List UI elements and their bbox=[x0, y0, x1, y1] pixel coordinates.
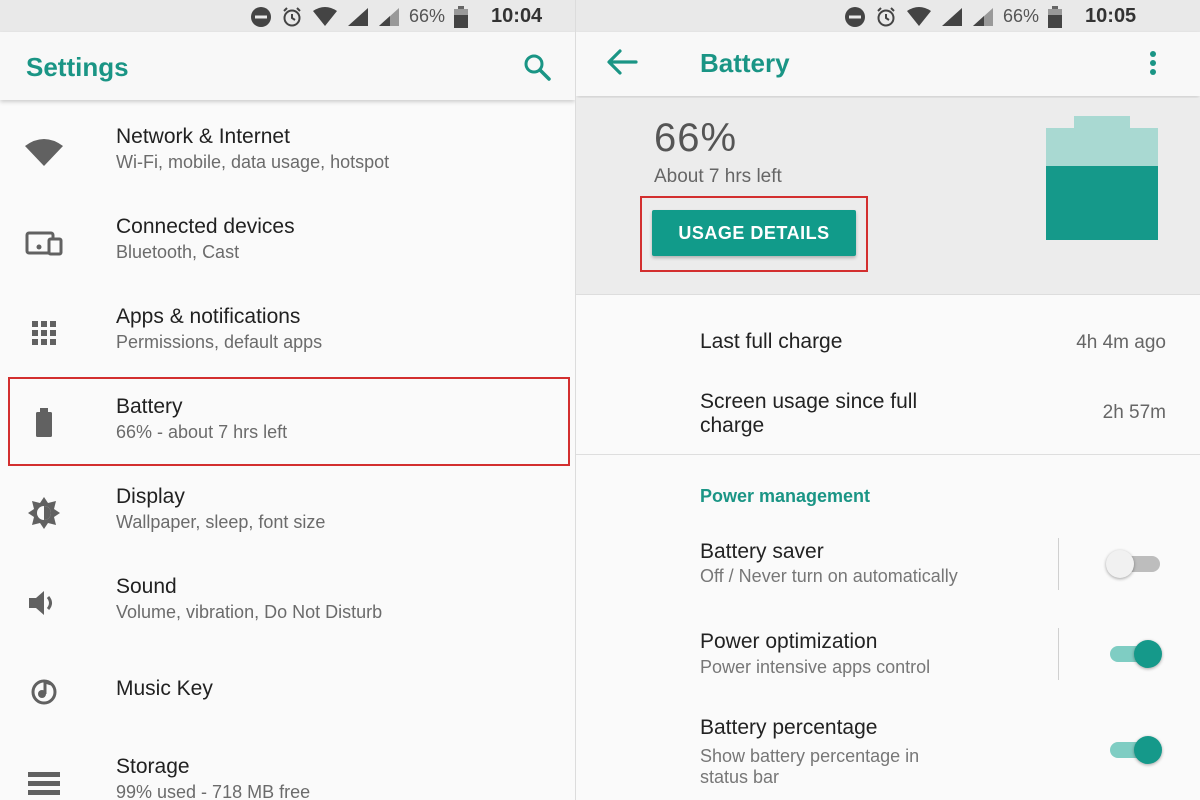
search-button[interactable] bbox=[522, 52, 552, 87]
toggle-title: Battery percentage bbox=[700, 716, 878, 739]
alarm-icon bbox=[877, 6, 895, 26]
search-icon bbox=[524, 54, 551, 81]
screen-usage-row[interactable]: Screen usage since full charge 2h 57m bbox=[576, 380, 1200, 444]
item-title: Display bbox=[116, 485, 185, 508]
toggle-subtitle: Off / Never turn on automatically bbox=[700, 566, 958, 586]
signal-icon bbox=[942, 7, 962, 26]
stat-label: Last full charge bbox=[700, 330, 843, 353]
item-subtitle: 99% used - 718 MB free bbox=[116, 782, 311, 800]
status-bar: 66% 10:04 bbox=[0, 0, 575, 32]
dnd-icon bbox=[251, 6, 271, 27]
app-bar: Settings bbox=[0, 32, 575, 100]
item-subtitle: 66% - about 7 hrs left bbox=[116, 422, 288, 442]
settings-item-music-key[interactable]: Music Key bbox=[0, 647, 575, 737]
settings-screen: 66% 10:04 Settings Network & Internet Wi… bbox=[0, 0, 575, 800]
settings-item-storage[interactable]: Storage 99% used - 718 MB free bbox=[0, 737, 575, 800]
storage-icon bbox=[24, 765, 64, 800]
more-vert-icon bbox=[1150, 51, 1156, 75]
signal-2-icon bbox=[379, 7, 399, 26]
stat-value: 4h 4m ago bbox=[1076, 332, 1166, 353]
back-button[interactable] bbox=[606, 48, 638, 81]
toggle-title: Battery saver bbox=[700, 540, 824, 563]
status-battery-icon bbox=[1048, 5, 1063, 28]
item-title: Apps & notifications bbox=[116, 305, 301, 328]
settings-item-battery[interactable]: Battery 66% - about 7 hrs left bbox=[0, 377, 575, 467]
item-title: Sound bbox=[116, 575, 177, 598]
item-title: Network & Internet bbox=[116, 125, 290, 148]
item-title: Music Key bbox=[116, 677, 213, 700]
stat-value: 2h 57m bbox=[1102, 402, 1166, 423]
last-full-charge-row[interactable]: Last full charge 4h 4m ago bbox=[576, 320, 1200, 370]
app-bar: Battery bbox=[576, 32, 1200, 96]
item-subtitle: Volume, vibration, Do Not Disturb bbox=[116, 602, 383, 622]
battery-percent: 66% bbox=[654, 116, 738, 160]
power-optimization-switch[interactable] bbox=[1106, 636, 1166, 672]
battery-percentage-row[interactable]: Battery percentage Show battery percenta… bbox=[576, 706, 1200, 796]
devices-icon bbox=[24, 225, 64, 261]
settings-item-connected-devices[interactable]: Connected devices Bluetooth, Cast bbox=[0, 197, 575, 287]
item-title: Storage bbox=[116, 755, 190, 778]
battery-level-fill bbox=[1046, 166, 1158, 240]
status-battery-percent: 66% bbox=[1003, 6, 1040, 26]
signal-icon bbox=[348, 7, 368, 26]
wifi-status-icon bbox=[313, 6, 337, 26]
toggle-subtitle-line1: Show battery percentage in bbox=[700, 746, 920, 766]
status-battery-icon bbox=[454, 5, 469, 28]
toggle-subtitle: Power intensive apps control bbox=[700, 657, 931, 677]
status-time: 10:05 bbox=[1085, 5, 1137, 27]
back-arrow-icon bbox=[607, 49, 638, 75]
volume-icon bbox=[24, 585, 64, 621]
wifi-icon bbox=[24, 135, 64, 171]
battery-percentage-switch[interactable] bbox=[1106, 732, 1166, 768]
brightness-icon bbox=[24, 495, 64, 531]
settings-item-apps[interactable]: Apps & notifications Permissions, defaul… bbox=[0, 287, 575, 377]
stat-label-line1: Screen usage since full bbox=[700, 390, 918, 413]
battery-summary: 66% About 7 hrs left USAGE DETAILS bbox=[576, 98, 1200, 295]
battery-screen: 66% 10:05 Battery 66% About 7 hrs left U… bbox=[576, 0, 1200, 800]
item-subtitle: Permissions, default apps bbox=[116, 332, 323, 352]
toggle-title: Power optimization bbox=[700, 630, 878, 653]
time-remaining: About 7 hrs left bbox=[654, 166, 782, 187]
overflow-menu-button[interactable] bbox=[1146, 48, 1160, 83]
dnd-icon bbox=[845, 6, 865, 27]
battery-saver-switch[interactable] bbox=[1106, 546, 1166, 582]
usage-details-button[interactable]: USAGE DETAILS bbox=[652, 210, 856, 256]
settings-item-sound[interactable]: Sound Volume, vibration, Do Not Disturb bbox=[0, 557, 575, 647]
settings-item-network[interactable]: Network & Internet Wi-Fi, mobile, data u… bbox=[0, 107, 575, 197]
status-bar: 66% 10:05 bbox=[576, 0, 1200, 32]
settings-item-display[interactable]: Display Wallpaper, sleep, font size bbox=[0, 467, 575, 557]
alarm-icon bbox=[283, 6, 301, 26]
page-title: Battery bbox=[700, 48, 790, 78]
toggle-subtitle-line2: status bar bbox=[700, 767, 780, 787]
battery-level-graphic bbox=[1046, 116, 1158, 240]
item-title: Battery bbox=[116, 395, 183, 418]
item-subtitle: Bluetooth, Cast bbox=[116, 242, 240, 262]
section-header-power-management: Power management bbox=[700, 486, 871, 506]
item-subtitle: Wi-Fi, mobile, data usage, hotspot bbox=[116, 152, 390, 172]
signal-2-icon bbox=[973, 7, 993, 26]
wifi-status-icon bbox=[907, 6, 931, 26]
power-optimization-row[interactable]: Power optimization Power intensive apps … bbox=[576, 620, 1200, 690]
stat-label-line2: charge bbox=[700, 414, 765, 437]
music-icon bbox=[24, 673, 64, 709]
item-title: Connected devices bbox=[116, 215, 295, 238]
status-time: 10:04 bbox=[491, 5, 543, 27]
page-title: Settings bbox=[26, 52, 129, 82]
status-battery-percent: 66% bbox=[409, 6, 446, 26]
battery-icon bbox=[24, 405, 64, 441]
item-subtitle: Wallpaper, sleep, font size bbox=[116, 512, 326, 532]
apps-grid-icon bbox=[24, 315, 64, 351]
section-divider bbox=[576, 454, 1200, 455]
battery-saver-row[interactable]: Battery saver Off / Never turn on automa… bbox=[576, 530, 1200, 600]
